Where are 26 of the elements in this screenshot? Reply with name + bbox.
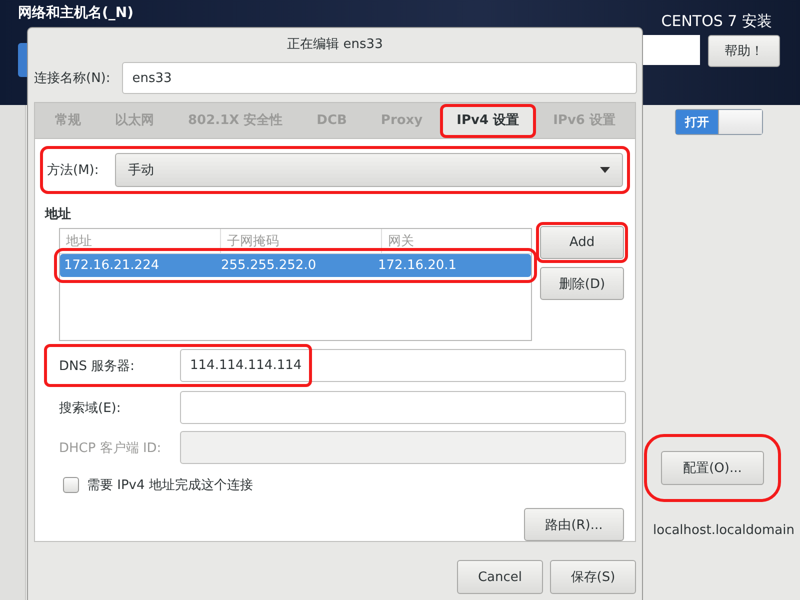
caret-icon <box>600 167 610 173</box>
tab[interactable]: IPv4 设置 <box>442 106 534 134</box>
field-label: DHCP 客户端 ID: <box>59 440 162 456</box>
section-heading: 地址 <box>45 206 72 223</box>
delete-button[interactable]: 删除(D) <box>540 267 624 300</box>
text-field[interactable] <box>640 35 700 65</box>
field-label: DNS 服务器: <box>59 358 136 374</box>
input-field[interactable] <box>180 391 626 424</box>
help-button[interactable]: 帮助！ <box>708 35 780 67</box>
method-dropdown[interactable]: 手动 <box>114 153 623 187</box>
hostname-text: localhost.localdomain <box>653 523 794 538</box>
product-title: CENTOS 7 安装 <box>661 12 772 31</box>
save-button[interactable]: 保存(S) <box>550 560 636 594</box>
section-title: 网络和主机名(_N) <box>18 5 134 22</box>
configure-button[interactable]: 配置(O)... <box>661 451 764 485</box>
cancel-button[interactable]: Cancel <box>457 560 543 594</box>
dialog-title: 正在编辑 ens33 <box>286 36 384 54</box>
connection-name-field[interactable]: ens33 <box>122 62 637 94</box>
field-label: 方法(M): <box>47 162 99 179</box>
routes-button[interactable]: 路由(R)... <box>524 508 624 541</box>
field-label: 连接名称(N): <box>34 70 110 87</box>
checkbox-label: 需要 IPv4 地址完成这个连接 <box>87 477 253 494</box>
checkbox[interactable] <box>63 477 79 493</box>
input-field[interactable]: 114.114.114.114 <box>180 349 626 382</box>
field-label: 搜索域(E): <box>59 400 122 416</box>
toggle-switch[interactable]: 打开 <box>675 109 763 135</box>
